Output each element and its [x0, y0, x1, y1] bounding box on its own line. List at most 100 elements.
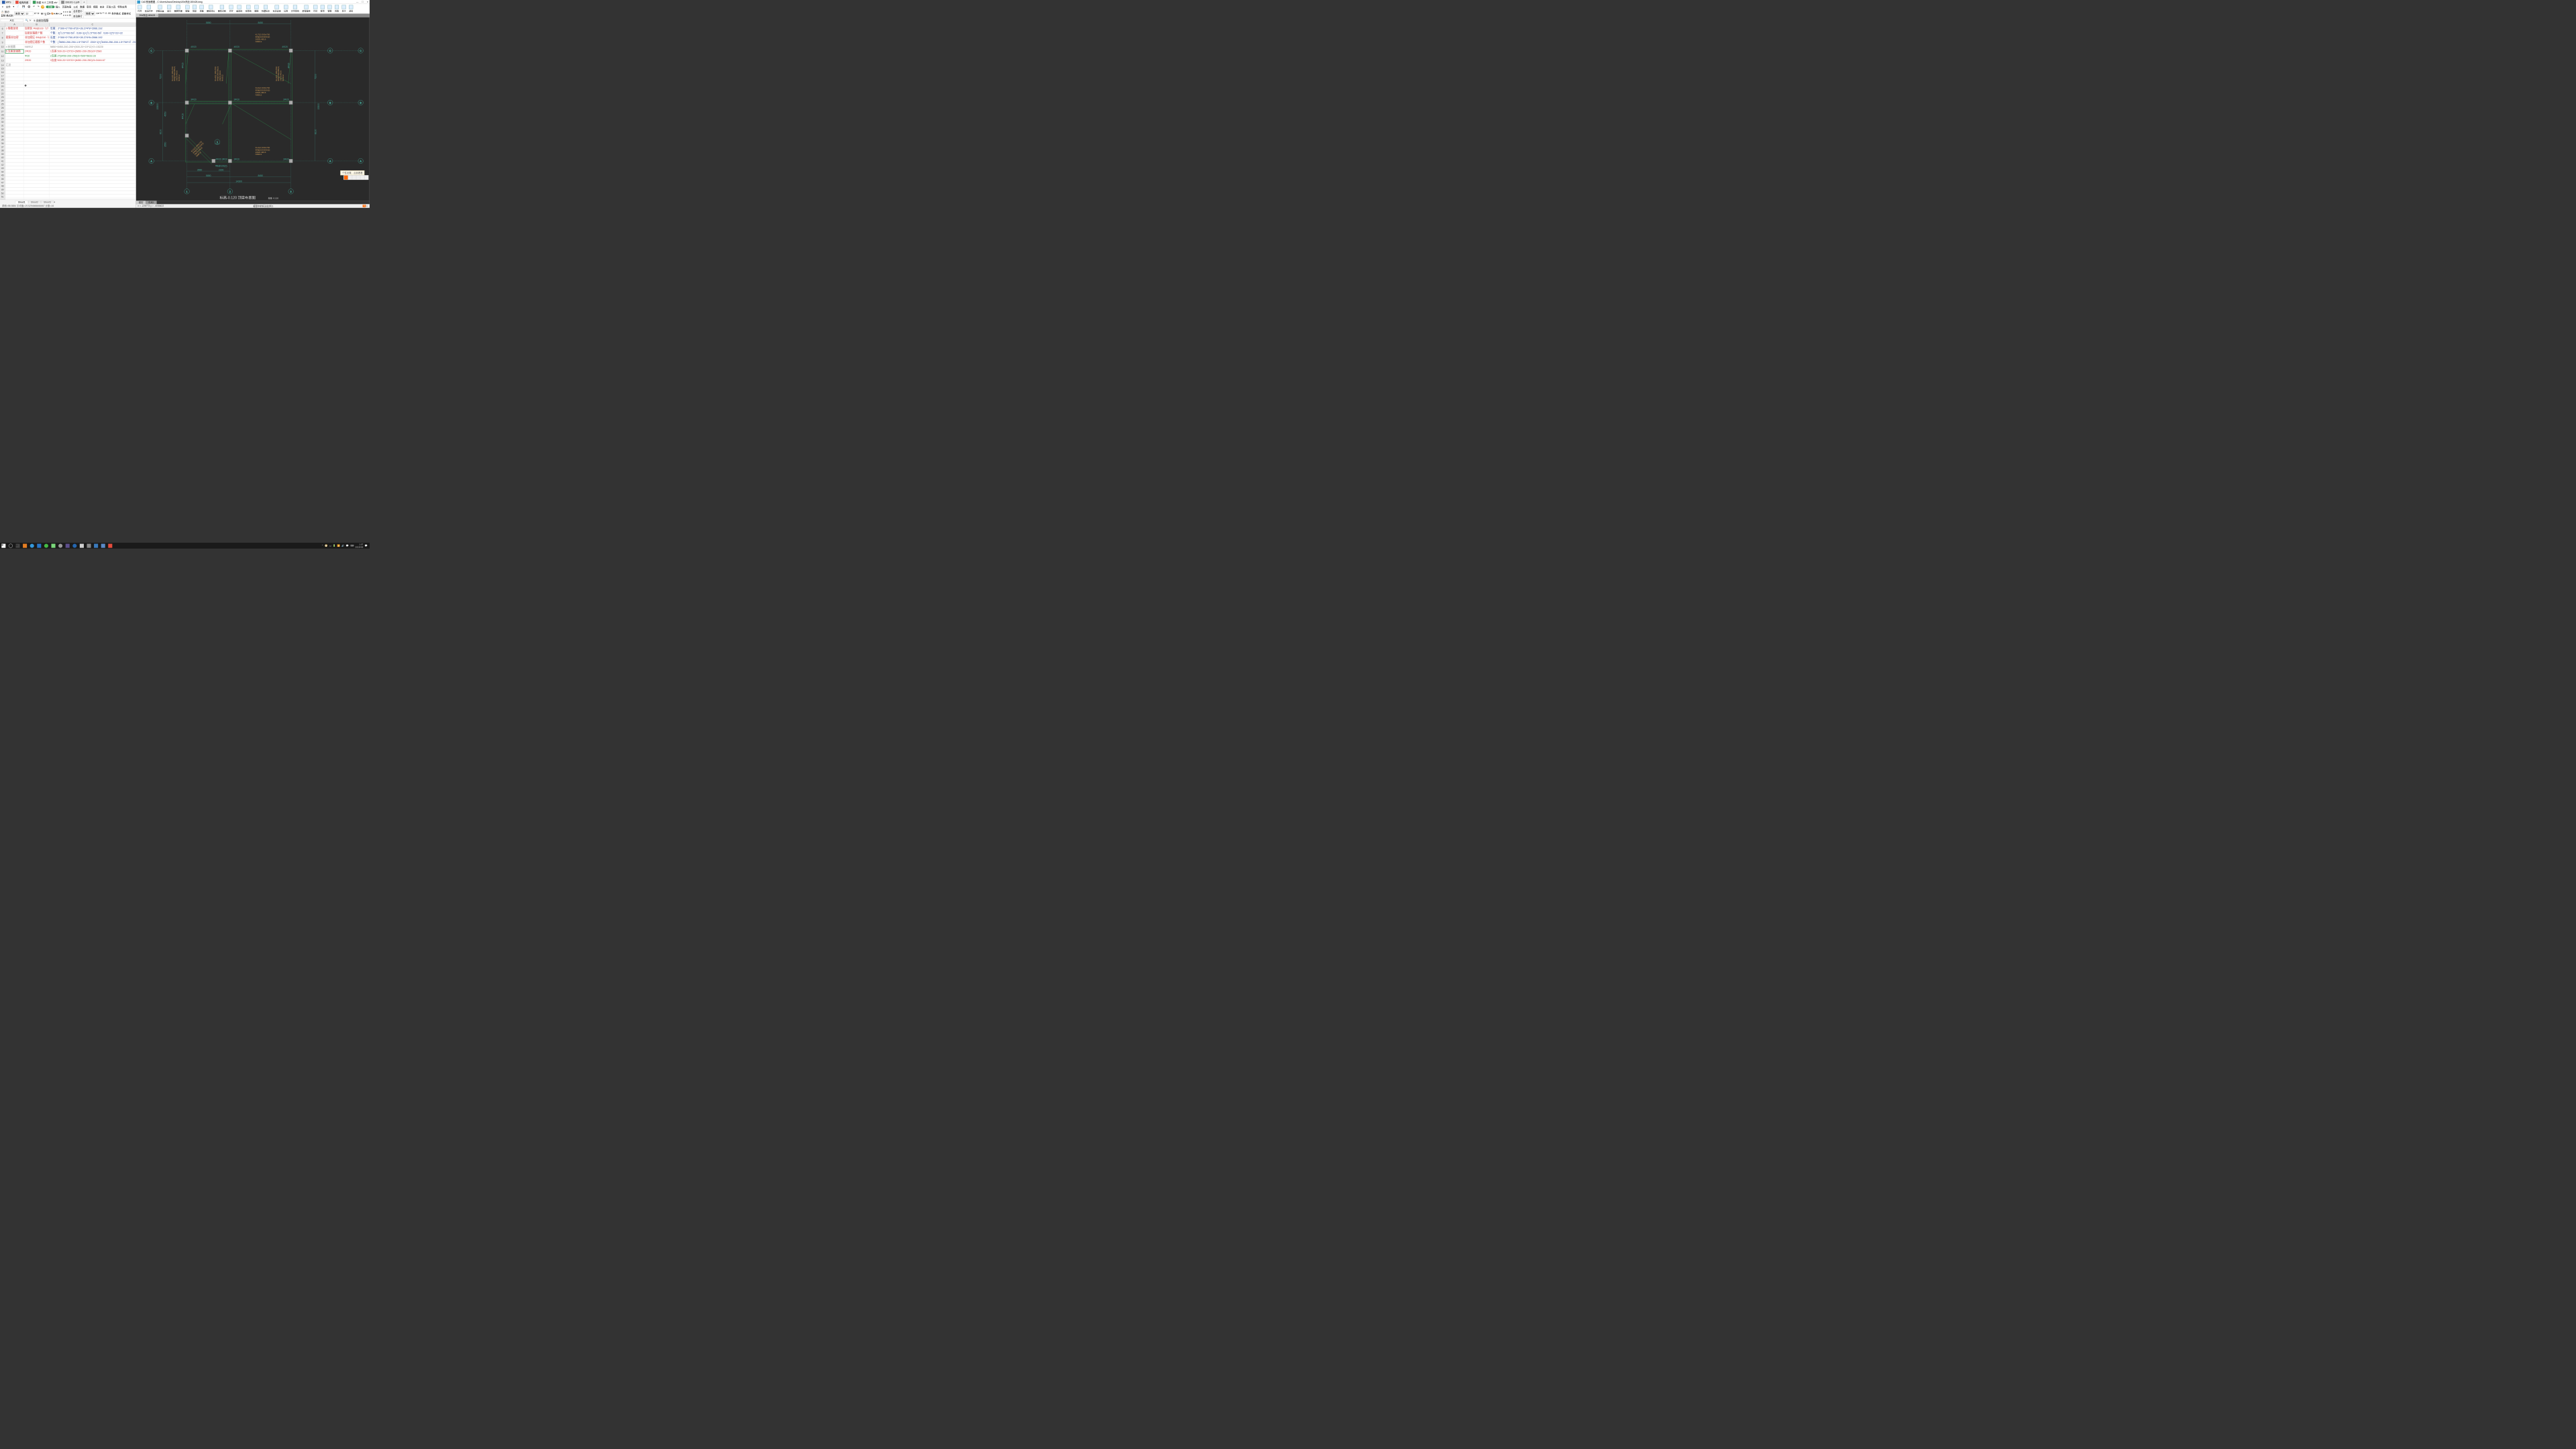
cell[interactable] — [5, 40, 24, 44]
cad-tool-button[interactable]: 恢复 — [191, 5, 199, 13]
cell[interactable]: 1支座 500-20+15*20+(5850-200-250)/3=2580 — [50, 49, 136, 53]
copy-button[interactable]: 复制 — [1, 14, 6, 17]
taskbar-app[interactable] — [71, 543, 78, 549]
taskbar-app[interactable] — [93, 543, 100, 549]
cad-tool-button[interactable]: 风格 — [333, 5, 341, 13]
row-header[interactable]: 12 — [0, 54, 5, 58]
cad-tool-button[interactable]: 撤销 — [184, 5, 191, 13]
ribbon-tab[interactable]: 插入 — [54, 5, 61, 8]
cad-canvas[interactable]: .g{stroke:#2a8a4a;stroke-width:1;fill:no… — [136, 17, 370, 201]
cad-tool-button[interactable]: 优看云盘 — [154, 5, 166, 13]
taskbar-app[interactable] — [78, 543, 86, 549]
cad-tool-button[interactable]: 图纸对比 — [205, 5, 217, 13]
cad-tool-button[interactable]: 打开 — [136, 5, 144, 13]
cad-tool-button[interactable]: 关于 — [340, 5, 347, 13]
cad-tool-button[interactable]: 任意线 — [244, 5, 253, 13]
cell[interactable]: 加密区 Φ8@100（2） — [24, 26, 50, 30]
ribbon-tab[interactable]: 页面布局 — [61, 5, 72, 8]
wps-doc-tab[interactable]: 新建 XLS 工作表.xls× — [31, 0, 60, 5]
col-header-a[interactable]: A — [5, 23, 24, 26]
grid-row[interactable]: 11 5 支座加强筋 2Φ20 1支座 500-20+15*20+(5850-2… — [0, 49, 136, 54]
cell[interactable]: 2Φ20 — [24, 49, 50, 53]
taskbar-app[interactable] — [57, 543, 64, 549]
cell[interactable] — [50, 63, 136, 66]
taskbar-app[interactable] — [99, 543, 107, 549]
grid-row[interactable]: 7 加密区箍筋个数 个数：2[（1.5*700-50）/100+1]+[（1.5… — [0, 31, 136, 36]
close-icon[interactable]: × — [56, 1, 58, 4]
ribbon-tab[interactable]: 公式 — [72, 5, 79, 8]
taskbar-app[interactable] — [43, 543, 50, 549]
cad-tool-button[interactable]: 隐藏标注 — [260, 5, 272, 13]
cell[interactable]: 箍筋非加密 — [5, 36, 24, 40]
cell[interactable]: 5850+8450-200-200+(500-20+15*12)*2=15220 — [50, 45, 136, 49]
taskbar-app[interactable] — [64, 543, 71, 549]
col-header-c[interactable]: C — [50, 23, 136, 26]
cell[interactable]: 加密区箍筋个数 — [24, 31, 50, 35]
taskbar-app[interactable] — [107, 543, 114, 549]
cell[interactable]: 长度：2*300+2*700-8*20+28.274*8=2066.192 — [50, 26, 136, 30]
cad-tool-button[interactable]: 打印 — [312, 5, 319, 13]
taskbar-app[interactable] — [28, 543, 36, 549]
ribbon-tab[interactable]: 视图 — [92, 5, 99, 8]
cad-popup[interactable]: 个性设置，点我看看 — [340, 170, 364, 175]
row-header[interactable]: 14 — [0, 63, 5, 66]
sheet-tab[interactable]: Sheet1 — [15, 201, 28, 203]
vip-icon[interactable]: VIP — [41, 5, 44, 8]
cell[interactable]: 个数：2[（1.5*700-50）/100+1]+[（1.5*700-50）/1… — [50, 31, 136, 35]
cell[interactable] — [5, 31, 24, 35]
wps-doc-tab[interactable]: 16G101-1.pdf× — [59, 0, 81, 5]
cad-tool-button[interactable]: 文字 — [227, 5, 235, 13]
wrap-button[interactable]: 自动换行 — [72, 14, 83, 18]
ribbon-tab[interactable]: 数据 — [79, 5, 86, 8]
maximize-button[interactable]: ☐ — [362, 1, 364, 3]
cell[interactable]: 3支座 500-20+15*20+(8450-200-250)/3=3446.6… — [50, 58, 136, 62]
fx-icon[interactable]: 🔍 fx — [24, 19, 33, 21]
font-size[interactable] — [25, 11, 33, 15]
cad-tool-button[interactable]: 比例 — [282, 5, 290, 13]
cond-format[interactable]: 条件格式 — [111, 12, 121, 15]
row-header[interactable]: 13 — [0, 58, 5, 62]
cad-tool-button[interactable]: 图层管理 — [172, 5, 184, 13]
minimize-button[interactable]: — — [356, 1, 358, 3]
cell[interactable]: N6Φ12 — [24, 45, 50, 49]
sheet-tab[interactable]: Sheet2 — [28, 201, 41, 203]
ribbon-tab[interactable]: 安全 — [99, 5, 105, 8]
row-header[interactable]: 6 — [0, 26, 5, 30]
cell[interactable]: 2支座 2*(8450-200-250)/3+500=5833.33 — [50, 54, 136, 58]
taskbar-app[interactable] — [85, 543, 93, 549]
font-select[interactable]: 宋体 — [14, 11, 25, 15]
close-icon[interactable]: × — [78, 1, 80, 4]
cad-tool-button[interactable]: 窗口 — [166, 5, 173, 13]
cell[interactable]: 长度：2*300+2*700-8*20+28.274*8=2066.192 — [50, 36, 136, 40]
row-header[interactable]: 10 — [0, 45, 5, 49]
cad-tool-button[interactable]: 测量 — [198, 5, 205, 13]
cell[interactable]: 5 支座加强筋 — [5, 49, 24, 53]
grid-row[interactable]: 10 4 抗扭筋 N6Φ12 5850+8450-200-200+(500-20… — [0, 45, 136, 50]
add-sheet[interactable]: + — [54, 201, 55, 203]
add-tab[interactable]: + — [81, 0, 87, 5]
cell[interactable]: 2Φ20 — [24, 58, 50, 62]
sheet-tab[interactable]: Sheet3 — [41, 201, 54, 203]
cad-tool-button[interactable]: 图形识别 — [217, 5, 228, 13]
taskbar-app[interactable] — [50, 543, 57, 549]
cad-tool-button[interactable]: 屏幕旋转 — [301, 5, 312, 13]
merge-button[interactable]: 合并居中 — [72, 9, 83, 13]
system-tray[interactable]: ⌃🧭▭🔋📶🔊💬⌨ 1:072019/4/8 💬 — [321, 543, 370, 549]
cad-tool-button[interactable]: 画直线 — [235, 5, 244, 13]
cad-tool-button[interactable]: 客服 — [326, 5, 333, 13]
cell[interactable]: 非加密区箍筋个数 — [24, 40, 50, 44]
grid-row[interactable]: 8 箍筋非加密 非加密区 Φ8@200（2） 长度：2*300+2*700-8*… — [0, 36, 136, 40]
ribbon-tab[interactable]: 开发工具 — [105, 5, 117, 8]
cell[interactable]: 3 箍筋加密 — [5, 26, 24, 30]
file-menu[interactable]: 文件 — [5, 5, 11, 9]
cell[interactable]: Φ20 — [24, 54, 50, 58]
cell[interactable]: 汇总 — [5, 63, 24, 66]
grid-row[interactable]: 6 3 箍筋加密 加密区 Φ8@100（2） 长度：2*300+2*700-8*… — [0, 26, 136, 31]
format-painter[interactable]: 格式刷 — [6, 14, 13, 17]
cad-tool-button[interactable]: 最近打开 — [144, 5, 155, 13]
row-header[interactable]: 11 — [0, 49, 5, 53]
grid-row[interactable]: 9 非加密区箍筋个数 个数：[（5850-200-250-1.5*700*2）/… — [0, 40, 136, 45]
wps-doc-tab[interactable]: 稻壳商城 — [13, 0, 31, 5]
col-header-b[interactable]: B — [24, 23, 50, 26]
cell[interactable] — [5, 54, 24, 58]
